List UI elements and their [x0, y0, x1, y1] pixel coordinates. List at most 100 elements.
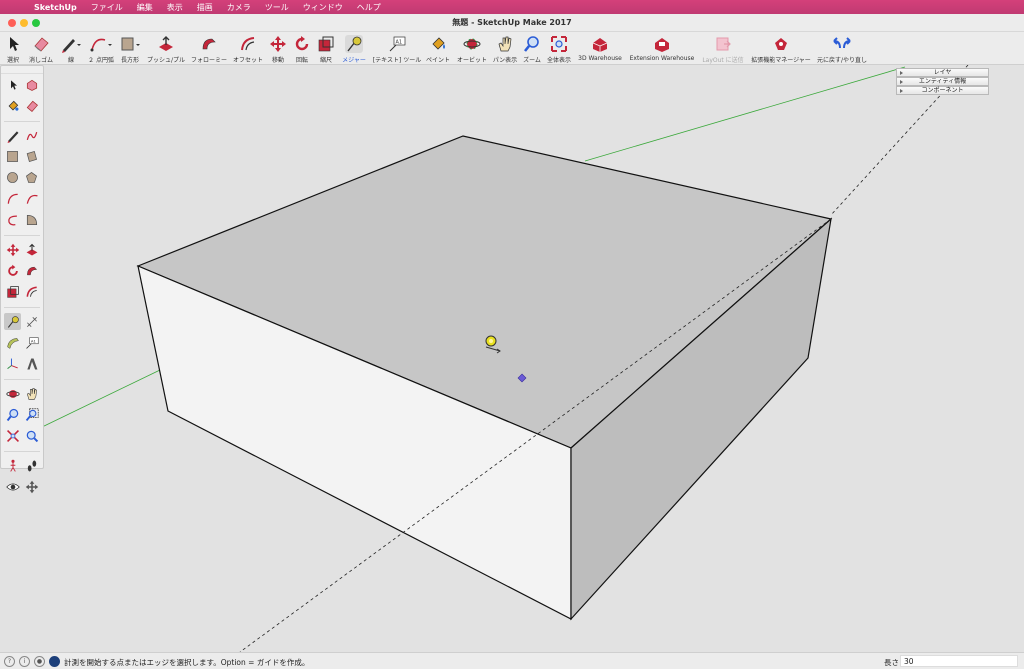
pal-zoom-window-button[interactable] — [23, 406, 40, 423]
move-tool-button[interactable]: 移動 — [268, 32, 288, 65]
3d-warehouse-label: 3D Warehouse — [578, 55, 622, 62]
pal-arc-button[interactable] — [4, 190, 21, 207]
pal-pushpull-button[interactable] — [23, 241, 40, 258]
pal-freehand-button[interactable] — [23, 127, 40, 144]
status-message: 計測を開始する点またはエッジを選択します。Option = ガイドを作成。 — [64, 658, 310, 667]
user-account-icon[interactable]: ● — [34, 656, 45, 667]
pal-make-component-button[interactable] — [23, 76, 40, 93]
rectangle-tool-button[interactable]: 長方形 — [118, 32, 142, 65]
pal-protractor-button[interactable] — [4, 334, 21, 351]
extension-warehouse-button[interactable]: Extension Warehouse — [627, 32, 697, 65]
pal-select-button[interactable] — [4, 76, 21, 93]
offset-icon — [26, 286, 37, 297]
menu-sketchup[interactable]: SketchUp — [34, 3, 77, 12]
pal-rotate-button[interactable] — [4, 262, 21, 279]
offset-tool-button[interactable]: オフセット — [230, 32, 266, 65]
pal-rotated-rectangle-button[interactable] — [23, 148, 40, 165]
tray-entity-info-panel[interactable]: エンティティ情報 — [896, 77, 989, 86]
scale-tool-button[interactable]: 縮尺 — [316, 32, 336, 65]
pal-section-plane-button[interactable] — [23, 478, 40, 495]
extension-warehouse-label: Extension Warehouse — [629, 55, 695, 62]
pal-followme-button[interactable] — [23, 262, 40, 279]
rotate-tool-label: 回転 — [295, 57, 308, 64]
zoom-extents-icon — [551, 36, 567, 52]
pal-two-point-arc-button[interactable] — [23, 190, 40, 207]
undo-redo-button[interactable]: 元に戻す/やり直し — [815, 32, 869, 65]
rotate-icon — [7, 264, 18, 276]
pal-pan-button[interactable] — [23, 385, 40, 402]
pie-icon — [26, 214, 37, 225]
menu-tools[interactable]: ツール — [265, 2, 289, 13]
menu-draw[interactable]: 描画 — [197, 2, 213, 13]
measurements-input[interactable]: 30 — [900, 655, 1018, 667]
orbit-tool-button[interactable]: オービット — [455, 32, 489, 65]
pal-eraser-button[interactable] — [23, 97, 40, 114]
pal-position-camera-button[interactable] — [4, 457, 21, 474]
pal-3d-text-button[interactable] — [23, 355, 40, 372]
send-to-layout-button[interactable]: LayOut に送信 — [700, 32, 746, 65]
pal-scale-button[interactable] — [4, 283, 21, 300]
pal-text-button[interactable]: A1 — [23, 334, 40, 351]
zoom-extents-tool-button[interactable]: 全体表示 — [545, 32, 573, 65]
axes-icon — [6, 358, 18, 369]
pal-line-button[interactable] — [4, 127, 21, 144]
text-label-icon: A1 — [25, 336, 38, 349]
menu-edit[interactable]: 編集 — [137, 2, 153, 13]
pal-circle-button[interactable] — [4, 169, 21, 186]
pal-look-around-button[interactable] — [4, 478, 21, 495]
arc-tool-button[interactable]: ２ 点円弧 — [86, 32, 116, 65]
line-tool-button[interactable]: 線 — [58, 32, 84, 65]
pal-three-point-arc-button[interactable] — [4, 211, 21, 228]
pencil-icon — [62, 39, 81, 53]
pal-previous-view-button[interactable] — [23, 427, 40, 444]
pal-zoom-button[interactable] — [4, 406, 21, 423]
select-tool-button[interactable]: 選択 — [3, 32, 23, 65]
pal-paint-button[interactable] — [4, 97, 21, 114]
tray-components-panel[interactable]: コンポーネント — [896, 86, 989, 95]
pal-axes-button[interactable] — [4, 355, 21, 372]
menu-help[interactable]: ヘルプ — [357, 2, 381, 13]
pal-pie-button[interactable] — [23, 211, 40, 228]
tray-layers-panel[interactable]: レイヤ — [896, 68, 989, 77]
3d-warehouse-button[interactable]: 3D Warehouse — [576, 32, 624, 65]
credits-icon[interactable]: i — [19, 656, 30, 667]
pal-tape-measure-button[interactable] — [4, 313, 21, 330]
modeling-viewport[interactable] — [0, 65, 1024, 652]
menu-window[interactable]: ウィンドウ — [303, 2, 343, 13]
pal-dimension-button[interactable] — [23, 313, 40, 330]
pal-zoom-extents-button[interactable] — [4, 427, 21, 444]
pal-orbit-button[interactable] — [4, 385, 21, 402]
eraser-tool-button[interactable]: 消しゴム — [27, 32, 55, 65]
pal-move-button[interactable] — [4, 241, 21, 258]
polygon-icon — [26, 172, 37, 183]
two-point-arc-icon — [90, 38, 112, 52]
menu-file[interactable]: ファイル — [91, 2, 123, 13]
paint-tool-button[interactable]: ペイント — [425, 32, 451, 65]
followme-tool-label: フォローミー — [190, 57, 227, 64]
pal-walk-button[interactable] — [23, 457, 40, 474]
pan-tool-button[interactable]: パン表示 — [491, 32, 519, 65]
tape-measure-tool-button[interactable]: メジャー — [340, 32, 368, 65]
pal-rectangle-button[interactable] — [4, 148, 21, 165]
magnifier-icon — [523, 36, 539, 52]
palette-drag-handle[interactable] — [1, 66, 43, 74]
scene-canvas[interactable] — [0, 65, 1024, 652]
rotate-tool-button[interactable]: 回転 — [292, 32, 312, 65]
pushpull-tool-button[interactable]: プッシュ/プル — [146, 32, 186, 65]
followme-tool-button[interactable]: フォローミー — [190, 32, 228, 65]
geolocation-icon[interactable]: ? — [4, 656, 15, 667]
pal-offset-button[interactable] — [23, 283, 40, 300]
menu-camera[interactable]: カメラ — [227, 2, 251, 13]
extension-manager-icon — [775, 38, 787, 50]
extension-manager-button[interactable]: 拡張機能マネージャー — [750, 32, 812, 65]
zoom-tool-button[interactable]: ズーム — [521, 32, 543, 65]
extension-warehouse-icon — [655, 38, 669, 52]
menu-view[interactable]: 表示 — [167, 2, 183, 13]
pal-polygon-button[interactable] — [23, 169, 40, 186]
text-tool-label: [テキスト] ツール — [372, 57, 422, 64]
eraser-icon — [34, 37, 49, 52]
instructor-icon[interactable] — [49, 656, 60, 667]
text-tool-button[interactable]: A1 [テキスト] ツール — [372, 32, 422, 65]
line-tool-label: 線 — [67, 57, 74, 64]
rotate-icon — [295, 36, 309, 51]
